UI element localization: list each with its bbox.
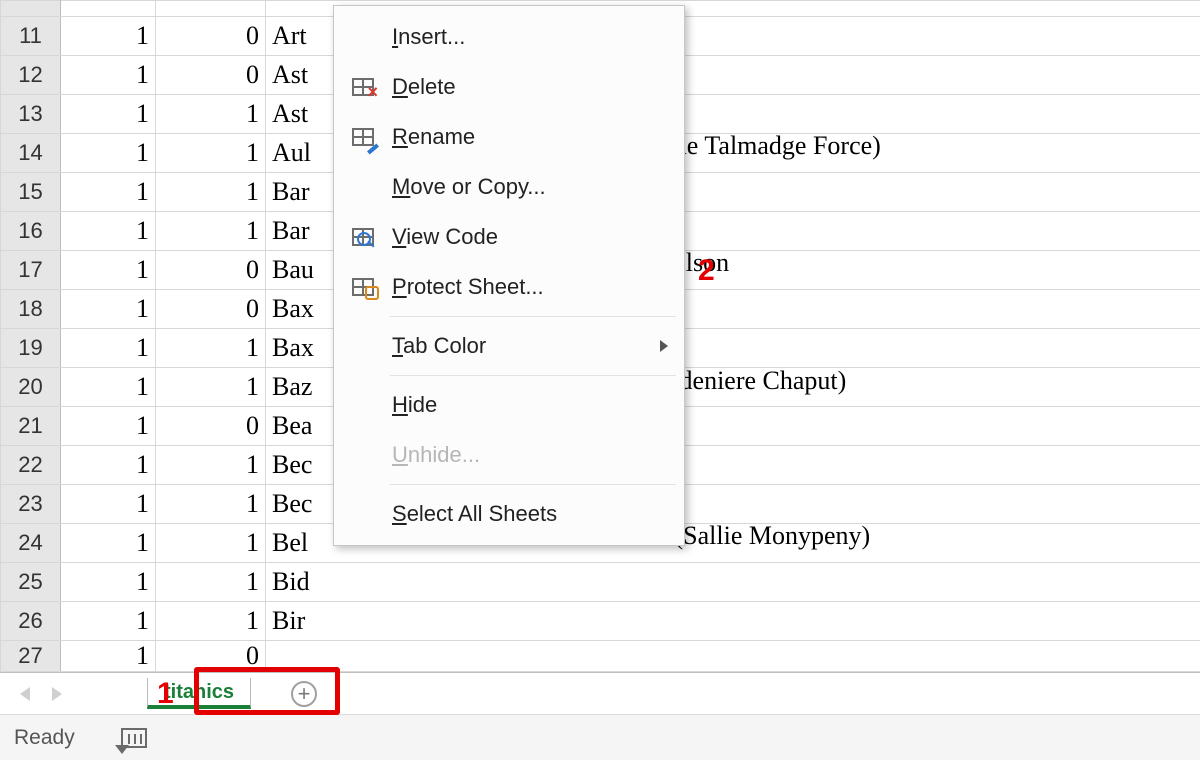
- sheet-nav[interactable]: [20, 687, 62, 701]
- cell[interactable]: 1: [61, 212, 156, 251]
- cell[interactable]: 1: [61, 251, 156, 290]
- cell[interactable]: 1: [61, 290, 156, 329]
- menu-view-code[interactable]: View Code: [334, 212, 684, 262]
- cell[interactable]: 1: [61, 368, 156, 407]
- nav-next-icon[interactable]: [52, 687, 62, 701]
- cell-text-fragment: eine Talmadge Force): [655, 131, 881, 161]
- annotation-number-2: 2: [698, 254, 715, 288]
- cell[interactable]: 0: [156, 290, 266, 329]
- cell[interactable]: Bid: [266, 563, 1200, 602]
- row-header[interactable]: 25: [1, 563, 61, 602]
- row-header[interactable]: 17: [1, 251, 61, 290]
- cell[interactable]: 1: [61, 485, 156, 524]
- cell[interactable]: 1: [61, 56, 156, 95]
- cell[interactable]: [156, 1, 266, 17]
- grid-rename-icon: [352, 128, 374, 146]
- row-header[interactable]: 24: [1, 524, 61, 563]
- cell[interactable]: 1: [156, 524, 266, 563]
- grid-delete-icon: [352, 78, 374, 96]
- chevron-right-icon: [660, 340, 668, 352]
- cell-text-fragment: d (Sallie Monypeny): [655, 521, 870, 551]
- row-header[interactable]: 14: [1, 134, 61, 173]
- cell[interactable]: 0: [156, 641, 266, 672]
- row-header[interactable]: 23: [1, 485, 61, 524]
- row-header[interactable]: 18: [1, 290, 61, 329]
- cell[interactable]: 1: [156, 212, 266, 251]
- cell[interactable]: 1: [156, 95, 266, 134]
- cell[interactable]: 0: [156, 56, 266, 95]
- cell[interactable]: 1: [156, 485, 266, 524]
- cell[interactable]: Bir: [266, 602, 1200, 641]
- cell[interactable]: 1: [61, 173, 156, 212]
- sheet-tab-context-menu: Insert... Delete Rename Move or Copy... …: [333, 5, 685, 546]
- cell[interactable]: 1: [61, 17, 156, 56]
- cell[interactable]: 1: [61, 563, 156, 602]
- menu-delete[interactable]: Delete: [334, 62, 684, 112]
- cell[interactable]: 1: [156, 173, 266, 212]
- cell[interactable]: 1: [156, 329, 266, 368]
- cell[interactable]: 1: [61, 446, 156, 485]
- cell[interactable]: 0: [156, 251, 266, 290]
- cell[interactable]: 1: [61, 407, 156, 446]
- row-header[interactable]: 16: [1, 212, 61, 251]
- menu-rename[interactable]: Rename: [334, 112, 684, 162]
- row-header[interactable]: 20: [1, 368, 61, 407]
- cell[interactable]: 1: [61, 641, 156, 672]
- cell[interactable]: 1: [61, 524, 156, 563]
- row-header[interactable]: 27: [1, 641, 61, 672]
- view-code-icon: [352, 228, 374, 246]
- cell[interactable]: 1: [61, 134, 156, 173]
- new-sheet-button[interactable]: +: [291, 681, 317, 707]
- macro-record-icon[interactable]: [121, 728, 147, 748]
- status-ready: Ready: [14, 726, 75, 750]
- row-header[interactable]: 22: [1, 446, 61, 485]
- menu-unhide: Unhide...: [334, 430, 684, 480]
- row-header[interactable]: 12: [1, 56, 61, 95]
- annotation-number-1: 1: [157, 677, 174, 711]
- nav-prev-icon[interactable]: [20, 687, 30, 701]
- row-header[interactable]: [1, 1, 61, 17]
- cell[interactable]: 1: [156, 134, 266, 173]
- protect-sheet-icon: [352, 278, 374, 296]
- menu-tab-color[interactable]: Tab Color: [334, 321, 684, 371]
- cell[interactable]: 1: [156, 563, 266, 602]
- row-header[interactable]: 26: [1, 602, 61, 641]
- cell[interactable]: 1: [156, 368, 266, 407]
- row-header[interactable]: 19: [1, 329, 61, 368]
- row-header[interactable]: 13: [1, 95, 61, 134]
- cell[interactable]: 1: [61, 602, 156, 641]
- menu-select-all-sheets[interactable]: Select All Sheets: [334, 489, 684, 539]
- menu-insert[interactable]: Insert...: [334, 12, 684, 62]
- cell[interactable]: 1: [156, 602, 266, 641]
- cell[interactable]: [266, 641, 1200, 672]
- row-header[interactable]: 11: [1, 17, 61, 56]
- row-header[interactable]: 21: [1, 407, 61, 446]
- cell[interactable]: 0: [156, 407, 266, 446]
- menu-hide[interactable]: Hide: [334, 380, 684, 430]
- menu-move-or-copy[interactable]: Move or Copy...: [334, 162, 684, 212]
- cell[interactable]: 0: [156, 17, 266, 56]
- cell[interactable]: 1: [156, 446, 266, 485]
- status-bar: Ready: [0, 714, 1200, 760]
- menu-protect-sheet[interactable]: Protect Sheet...: [334, 262, 684, 312]
- cell[interactable]: 1: [61, 95, 156, 134]
- cell[interactable]: 1: [61, 329, 156, 368]
- cell[interactable]: [61, 1, 156, 17]
- row-header[interactable]: 15: [1, 173, 61, 212]
- sheet-tab-strip: titanics + 1: [0, 672, 1200, 714]
- plus-icon: +: [298, 683, 311, 705]
